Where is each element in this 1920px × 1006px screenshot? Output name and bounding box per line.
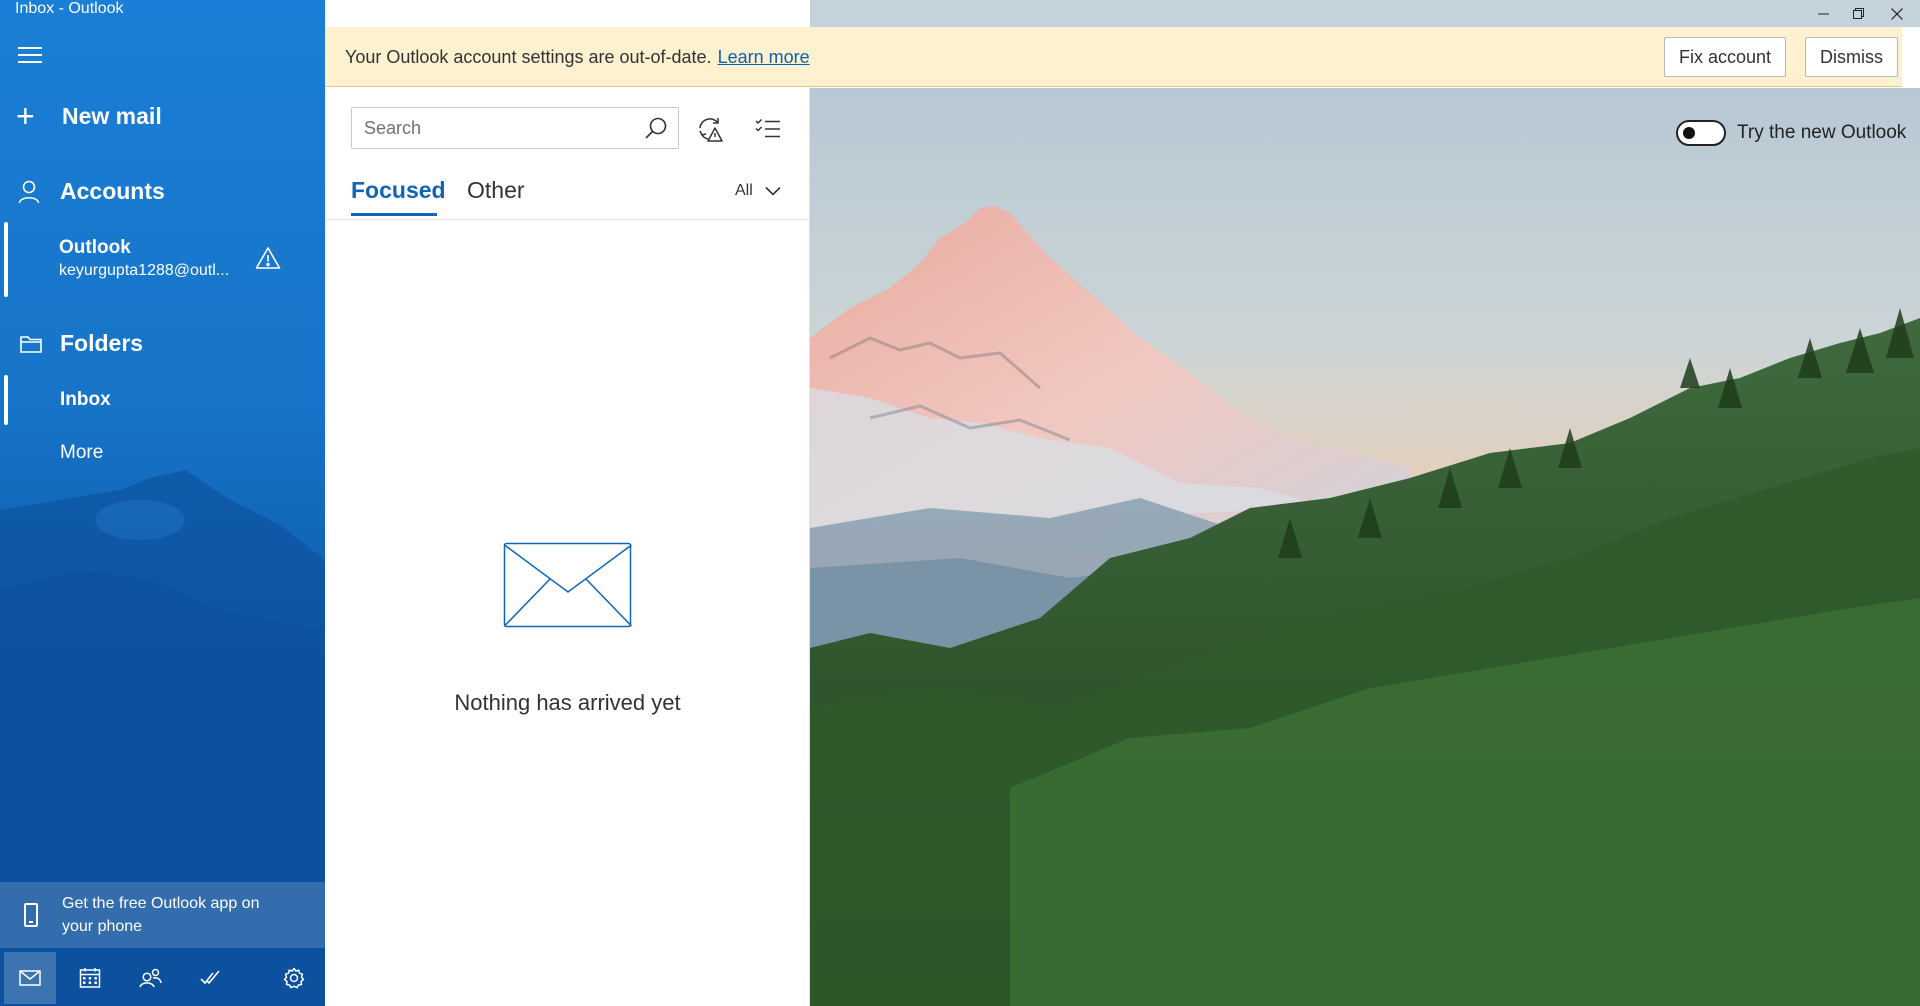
close-button[interactable] — [1874, 0, 1920, 27]
selection-mode-button[interactable] — [748, 109, 788, 149]
empty-state-message: Nothing has arrived yet — [454, 690, 681, 715]
window-title: Inbox - Outlook — [15, 0, 124, 17]
close-icon — [1891, 7, 1903, 20]
folders-label: Folders — [60, 330, 144, 356]
try-new-outlook-toggle[interactable]: Try the new Outlook — [1676, 120, 1906, 146]
inbox-tabs: Focused Other All — [325, 170, 810, 220]
filter-dropdown[interactable]: All — [735, 182, 781, 200]
empty-envelope-icon — [503, 542, 633, 628]
account-item-outlook[interactable]: Outlook keyurgupta1288@outl... — [0, 222, 325, 297]
toggle-switch[interactable] — [1676, 120, 1726, 146]
people-nav-button[interactable] — [124, 952, 176, 1004]
banner-message-row: Your Outlook account settings are out-of… — [345, 47, 810, 68]
phone-icon — [24, 903, 38, 927]
accounts-label: Accounts — [60, 178, 165, 204]
account-email: keyurgupta1288@outl... — [59, 262, 230, 279]
mail-nav-button[interactable] — [4, 952, 56, 1004]
active-tab-indicator — [351, 213, 437, 216]
checklist-icon — [755, 118, 780, 138]
sync-warning-icon — [699, 118, 723, 142]
banner-message: Your Outlook account settings are out-of… — [345, 47, 712, 67]
title-bar — [810, 0, 1920, 27]
filter-label: All — [735, 182, 753, 199]
inbox-label: Inbox — [60, 389, 111, 410]
tab-focused[interactable]: Focused — [351, 177, 446, 204]
settings-icon — [283, 967, 305, 989]
hamburger-menu-icon[interactable] — [18, 47, 42, 67]
search-box[interactable] — [351, 107, 679, 149]
account-warning-banner: Your Outlook account settings are out-of… — [325, 27, 1902, 87]
tab-other[interactable]: Other — [467, 177, 525, 204]
bottom-nav — [0, 950, 325, 1006]
sync-button[interactable] — [690, 109, 730, 149]
navigation-sidebar: Inbox - Outlook + New mail Accounts Outl… — [0, 0, 325, 1006]
fix-account-button[interactable]: Fix account — [1664, 37, 1787, 77]
person-icon — [18, 180, 40, 203]
restore-icon — [1852, 8, 1864, 19]
new-mail-button[interactable]: + New mail — [16, 98, 162, 134]
plus-icon: + — [16, 98, 35, 134]
calendar-icon — [79, 968, 101, 988]
folder-item-more[interactable]: More — [60, 442, 103, 464]
account-name: Outlook — [59, 237, 131, 258]
folder-icon — [20, 335, 42, 353]
message-list-pane: Focused Other All Nothing has arrived ye… — [325, 0, 810, 1006]
selection-indicator — [4, 222, 8, 297]
people-icon — [139, 968, 162, 988]
selection-indicator — [4, 375, 8, 425]
calendar-nav-button[interactable] — [64, 952, 116, 1004]
search-input[interactable] — [364, 116, 634, 140]
warning-icon — [255, 247, 281, 269]
get-mobile-app-promo[interactable]: Get the free Outlook app on your phone — [0, 882, 325, 948]
chevron-down-icon — [765, 186, 781, 196]
background-landscape-image — [810, 88, 1920, 1006]
folder-item-inbox[interactable]: Inbox — [0, 375, 325, 425]
toggle-label: Try the new Outlook — [1737, 122, 1907, 143]
dismiss-button[interactable]: Dismiss — [1805, 37, 1898, 77]
reading-pane: Try the new Outlook — [810, 88, 1920, 1006]
todo-nav-button[interactable] — [184, 952, 236, 1004]
learn-more-link[interactable]: Learn more — [718, 47, 810, 67]
settings-nav-button[interactable] — [268, 952, 320, 1004]
list-pane-titlebar — [325, 0, 810, 27]
folders-header[interactable]: Folders — [20, 330, 143, 357]
accounts-header[interactable]: Accounts — [18, 178, 165, 205]
todo-icon — [200, 970, 220, 985]
search-icon[interactable] — [644, 116, 668, 140]
promo-text: Get the free Outlook app on your phone — [62, 895, 260, 935]
new-mail-label: New mail — [62, 102, 162, 129]
mail-icon — [19, 970, 41, 986]
minimize-icon — [1817, 13, 1829, 14]
toggle-knob — [1683, 127, 1695, 139]
